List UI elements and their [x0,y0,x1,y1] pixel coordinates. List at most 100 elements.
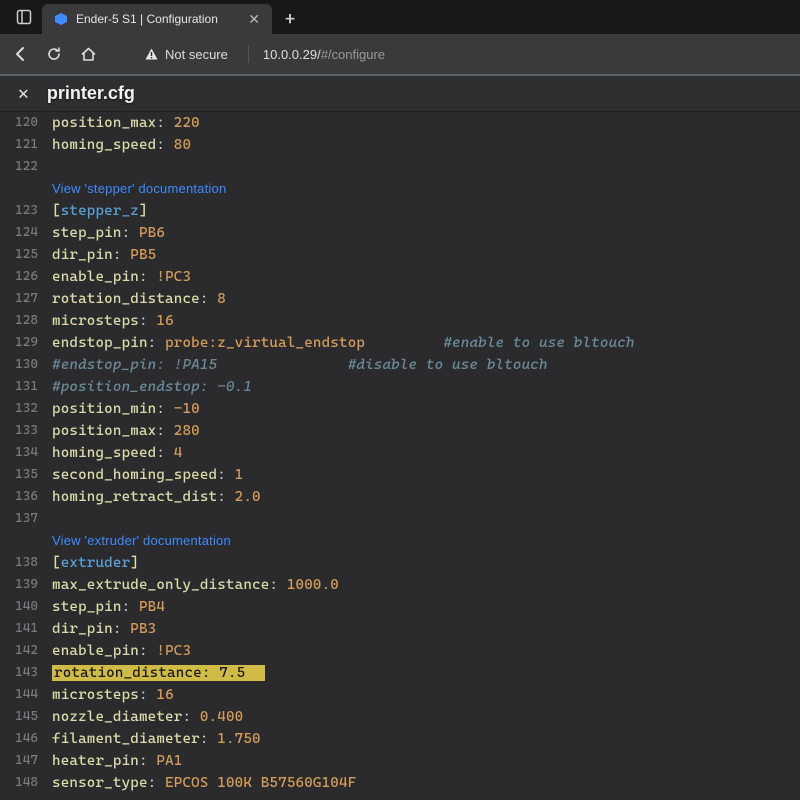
highlighted-line: rotation_distance: 7.5 [52,665,265,681]
tab-close-icon[interactable]: ✕ [248,11,260,28]
browser-tab-strip: Ender-5 S1 | Configuration ✕ + [0,0,800,34]
code-content[interactable]: [stepper_z] [52,200,148,222]
code-line: 122 [0,156,800,178]
code-line: 134homing_speed: 4 [0,442,800,464]
refresh-button[interactable] [46,46,66,62]
code-content[interactable]: enable_pin: !PC3 [52,640,191,662]
code-line: 146filament_diameter: 1.750 [0,728,800,750]
code-content[interactable]: homing_retract_dist: 2.0 [52,486,261,508]
code-line: 133position_max: 280 [0,420,800,442]
line-number: 141 [0,618,52,640]
code-content[interactable]: heater_pin: PA1 [52,750,182,772]
new-tab-button[interactable]: + [272,4,308,34]
line-number: 134 [0,442,52,464]
code-content[interactable]: max_extrude_only_distance: 1000.0 [52,574,339,596]
line-number: 138 [0,552,52,574]
line-number: 132 [0,398,52,420]
tab-overview-button[interactable] [6,0,42,34]
doc-link[interactable]: View 'extruder' documentation [52,533,231,548]
line-number: 147 [0,750,52,772]
fluidd-favicon-icon [54,12,68,26]
line-number: 124 [0,222,52,244]
line-number: 130 [0,354,52,376]
code-line: 124step_pin: PB6 [0,222,800,244]
code-content[interactable]: homing_speed: 4 [52,442,182,464]
line-number: 146 [0,728,52,750]
code-line: 127rotation_distance: 8 [0,288,800,310]
code-line: 144microsteps: 16 [0,684,800,706]
back-button[interactable] [12,45,32,63]
code-line: 130#endstop_pin: !PA15 #disable to use b… [0,354,800,376]
line-number: 125 [0,244,52,266]
code-content[interactable]: microsteps: 16 [52,310,174,332]
code-content[interactable]: rotation_distance: 8 [52,288,226,310]
line-number: 123 [0,200,52,222]
code-line: 148sensor_type: EPCOS 100K B57560G104F [0,772,800,794]
line-number: 139 [0,574,52,596]
code-editor[interactable]: 120position_max: 220121homing_speed: 801… [0,112,800,794]
code-content[interactable]: homing_speed: 80 [52,134,191,156]
code-line: 142enable_pin: !PC3 [0,640,800,662]
code-content[interactable]: step_pin: PB4 [52,596,165,618]
refresh-icon [46,46,62,62]
home-icon [80,46,97,63]
code-content[interactable]: rotation_distance: 7.5 [52,662,265,684]
arrow-left-icon [12,45,30,63]
code-line: 131#position_endstop: -0.1 [0,376,800,398]
doc-link[interactable]: View 'stepper' documentation [52,181,226,196]
security-indicator[interactable]: Not secure [138,47,234,62]
code-content[interactable]: [extruder] [52,552,139,574]
code-content[interactable]: #position_endstop: -0.1 [52,376,252,398]
line-number: 145 [0,706,52,728]
line-number: 144 [0,684,52,706]
line-number: 137 [0,508,52,530]
line-number: 136 [0,486,52,508]
warning-icon [144,47,159,62]
code-content[interactable]: position_max: 220 [52,112,200,134]
code-content[interactable]: step_pin: PB6 [52,222,165,244]
file-name: printer.cfg [47,83,135,104]
code-content[interactable]: View 'stepper' documentation [52,178,226,200]
code-content[interactable]: nozzle_diameter: 0.400 [52,706,243,728]
code-content[interactable]: dir_pin: PB5 [52,244,156,266]
code-line: 138[extruder] [0,552,800,574]
code-content[interactable]: dir_pin: PB3 [52,618,156,640]
line-number: 140 [0,596,52,618]
line-number: 142 [0,640,52,662]
code-line: View 'extruder' documentation [0,530,800,552]
home-button[interactable] [80,46,100,63]
code-content[interactable]: View 'extruder' documentation [52,530,231,552]
code-line: 125dir_pin: PB5 [0,244,800,266]
line-number: 143 [0,662,52,684]
code-line: 120position_max: 220 [0,112,800,134]
code-line: 145nozzle_diameter: 0.400 [0,706,800,728]
address-bar[interactable]: 10.0.0.29/#/configure [263,47,385,62]
code-content[interactable]: second_homing_speed: 1 [52,464,243,486]
line-number: 148 [0,772,52,794]
line-number: 133 [0,420,52,442]
code-content[interactable]: microsteps: 16 [52,684,174,706]
code-line: 135second_homing_speed: 1 [0,464,800,486]
code-content[interactable]: position_min: -10 [52,398,200,420]
code-line: 147heater_pin: PA1 [0,750,800,772]
code-content[interactable]: enable_pin: !PC3 [52,266,191,288]
code-content[interactable]: position_max: 280 [52,420,200,442]
code-content[interactable]: #endstop_pin: !PA15 #disable to use blto… [52,354,548,376]
panel-icon [16,9,32,25]
line-number: 121 [0,134,52,156]
line-number: 135 [0,464,52,486]
code-line: 129endstop_pin: probe:z_virtual_endstop … [0,332,800,354]
line-number: 129 [0,332,52,354]
code-line: 140step_pin: PB4 [0,596,800,618]
code-content[interactable]: endstop_pin: probe:z_virtual_endstop #en… [52,332,635,354]
line-number: 126 [0,266,52,288]
code-content[interactable]: filament_diameter: 1.750 [52,728,261,750]
browser-tab[interactable]: Ender-5 S1 | Configuration ✕ [42,4,272,34]
code-line: 132position_min: -10 [0,398,800,420]
code-content[interactable]: sensor_type: EPCOS 100K B57560G104F [52,772,356,794]
line-number: 127 [0,288,52,310]
line-number: 122 [0,156,52,178]
close-editor-button[interactable]: ✕ [18,83,29,104]
code-line: 123[stepper_z] [0,200,800,222]
code-line: 143rotation_distance: 7.5 [0,662,800,684]
